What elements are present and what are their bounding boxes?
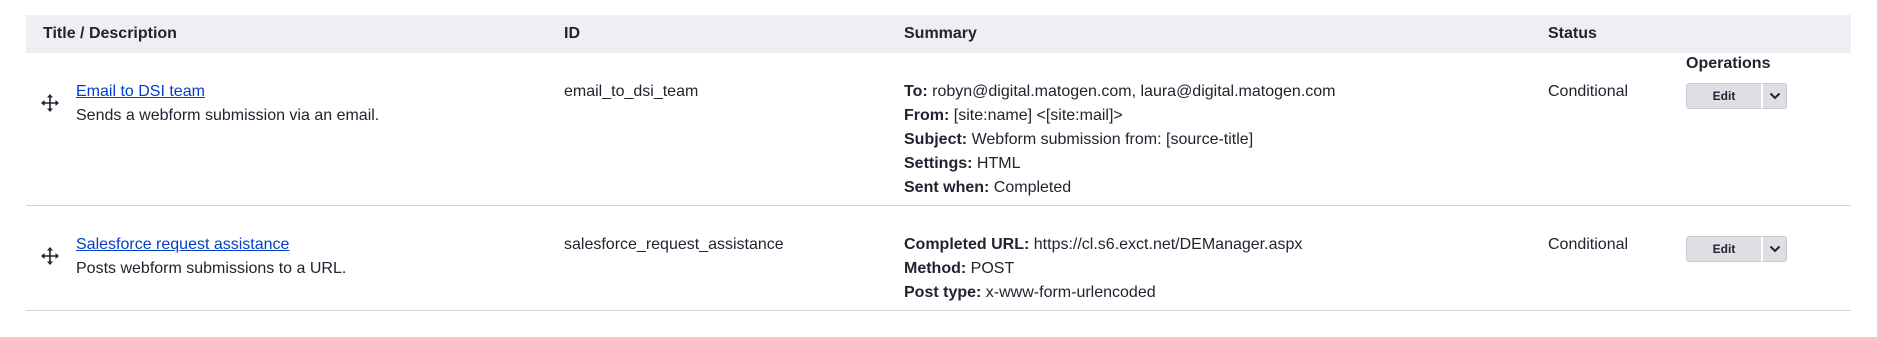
table-row: Email to DSI team Sends a webform submis…: [26, 53, 1851, 206]
summary-value: HTML: [976, 155, 1021, 172]
handler-description: Posts webform submissions to a URL.: [76, 260, 347, 277]
summary-value: x-www-form-urlencoded: [985, 284, 1156, 301]
summary-value: POST: [970, 260, 1015, 277]
status-text: Conditional: [1548, 236, 1629, 253]
header-id: ID: [564, 25, 580, 42]
summary-cell: To: robyn@digital.matogen.com, laura@dig…: [904, 80, 1336, 200]
move-arrows-icon[interactable]: [40, 246, 60, 266]
summary-value: Webform submission from: [source-title]: [971, 131, 1254, 148]
summary-label: To:: [904, 83, 928, 100]
chevron-down-icon: [1769, 245, 1780, 253]
summary-label: Settings:: [904, 155, 973, 172]
edit-button[interactable]: Edit: [1686, 236, 1761, 262]
summary-line: Post type: x-www-form-urlencoded: [904, 281, 1302, 305]
handler-id: email_to_dsi_team: [564, 83, 699, 100]
table-row: Salesforce request assistance Posts webf…: [26, 206, 1851, 311]
summary-value: https://cl.s6.exct.net/DEManager.aspx: [1033, 236, 1303, 253]
header-status: Status: [1548, 25, 1597, 42]
summary-cell: Completed URL: https://cl.s6.exct.net/DE…: [904, 233, 1302, 305]
operations-dropbutton: Edit: [1686, 236, 1787, 262]
summary-label: Completed URL:: [904, 236, 1030, 253]
chevron-down-icon: [1769, 92, 1780, 100]
summary-label: Post type:: [904, 284, 982, 301]
summary-label: Method:: [904, 260, 967, 277]
summary-value: robyn@digital.matogen.com, laura@digital…: [932, 83, 1336, 100]
handler-id: salesforce_request_assistance: [564, 236, 784, 253]
edit-button[interactable]: Edit: [1686, 83, 1761, 109]
summary-label: From:: [904, 107, 950, 124]
summary-line: Sent when: Completed: [904, 176, 1336, 200]
operations-toggle-button[interactable]: [1761, 83, 1787, 109]
summary-line: To: robyn@digital.matogen.com, laura@dig…: [904, 80, 1336, 104]
operations-toggle-button[interactable]: [1761, 236, 1787, 262]
title-cell: Salesforce request assistance Posts webf…: [76, 233, 346, 281]
header-title: Title / Description: [43, 25, 177, 42]
handlers-table: Title / Description ID Summary Status Op…: [26, 15, 1851, 311]
operations-cell: Edit: [1686, 236, 1787, 262]
table-header: Title / Description ID Summary Status Op…: [26, 15, 1851, 72]
handler-description: Sends a webform submission via an email.: [76, 107, 380, 124]
summary-value: Completed: [993, 179, 1072, 196]
summary-line: Completed URL: https://cl.s6.exct.net/DE…: [904, 233, 1302, 257]
summary-line: Subject: Webform submission from: [sourc…: [904, 128, 1336, 152]
move-arrows-icon[interactable]: [40, 93, 60, 113]
operations-cell: Edit: [1686, 83, 1787, 109]
operations-dropbutton: Edit: [1686, 83, 1787, 109]
title-cell: Email to DSI team Sends a webform submis…: [76, 80, 379, 128]
header-summary: Summary: [904, 25, 977, 42]
status-text: Conditional: [1548, 83, 1629, 100]
summary-line: Method: POST: [904, 257, 1302, 281]
handler-title-link[interactable]: Email to DSI team: [76, 80, 379, 104]
summary-value: [site:name] <[site:mail]>: [953, 107, 1123, 124]
summary-line: Settings: HTML: [904, 152, 1336, 176]
summary-label: Subject:: [904, 131, 968, 148]
summary-label: Sent when:: [904, 179, 990, 196]
handler-title-link[interactable]: Salesforce request assistance: [76, 233, 346, 257]
summary-line: From: [site:name] <[site:mail]>: [904, 104, 1336, 128]
